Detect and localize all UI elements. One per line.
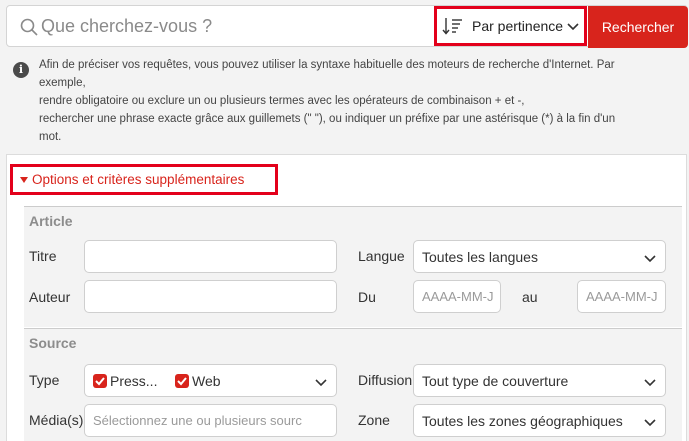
chevron-down-icon xyxy=(644,419,656,427)
type-chip[interactable]: Press... xyxy=(93,373,157,389)
type-select[interactable]: Press... Web xyxy=(84,364,337,397)
options-toggle[interactable]: Options et critères supplémentaires xyxy=(10,164,278,195)
source-section: Source Type Press... Web Diffusion Tout … xyxy=(24,328,682,441)
help-line: exemple, xyxy=(39,77,86,89)
options-toggle-label: Options et critères supplémentaires xyxy=(32,172,245,187)
search-button[interactable]: Rechercher xyxy=(588,6,688,48)
search-icon xyxy=(20,18,38,36)
divider xyxy=(24,328,682,329)
article-section: Article Titre Auteur Langue Toutes les l… xyxy=(24,206,682,327)
help-line: Afin de préciser vos requêtes, vous pouv… xyxy=(39,59,615,71)
divider xyxy=(24,206,682,207)
checkbox-checked-icon[interactable] xyxy=(93,374,107,388)
help-line: rechercher une phrase exacte grâce aux g… xyxy=(39,113,616,125)
type-chip-label: Web xyxy=(192,373,221,389)
medias-input[interactable]: Sélectionnez une ou plusieurs sourc xyxy=(84,404,337,437)
section-title-source: Source xyxy=(29,335,77,351)
langue-label: Langue xyxy=(358,248,405,264)
date-from-placeholder: AAAA-MM-J xyxy=(422,289,494,304)
titre-label: Titre xyxy=(29,248,57,264)
diffusion-label: Diffusion xyxy=(358,372,413,388)
type-label: Type xyxy=(29,372,60,388)
chevron-down-icon xyxy=(315,379,327,387)
type-chip-label: Press... xyxy=(110,373,158,389)
type-chip[interactable]: Web xyxy=(175,373,221,389)
help-line: rendre obligatoire ou exclure un ou plus… xyxy=(39,95,525,107)
chevron-down-icon xyxy=(644,379,656,387)
diffusion-value: Tout type de couverture xyxy=(422,373,569,389)
titre-input[interactable] xyxy=(84,240,337,273)
options-panel: Options et critères supplémentaires Arti… xyxy=(6,154,687,441)
search-input[interactable] xyxy=(41,9,431,43)
date-to-placeholder: AAAA-MM-J xyxy=(586,289,658,304)
info-icon: i xyxy=(13,62,29,78)
medias-label: Média(s) xyxy=(29,412,84,428)
sort-order-icon xyxy=(442,18,462,35)
chevron-down-icon xyxy=(567,23,579,31)
zone-label: Zone xyxy=(358,412,390,428)
sort-label: Par pertinence xyxy=(472,18,564,34)
sort-select[interactable]: Par pertinence xyxy=(434,6,587,46)
zone-value: Toutes les zones géographiques xyxy=(422,413,623,429)
chevron-down-icon xyxy=(644,255,656,263)
date-to-input[interactable]: AAAA-MM-J xyxy=(577,280,666,313)
zone-select[interactable]: Toutes les zones géographiques xyxy=(413,404,666,437)
help-line: mot. xyxy=(39,131,62,143)
help-text: Afin de préciser vos requêtes, vous pouv… xyxy=(39,56,689,146)
auteur-label: Auteur xyxy=(29,289,71,305)
diffusion-select[interactable]: Tout type de couverture xyxy=(413,364,666,397)
du-label: Du xyxy=(358,289,376,305)
langue-value: Toutes les langues xyxy=(422,249,538,265)
checkbox-checked-icon[interactable] xyxy=(175,374,189,388)
langue-select[interactable]: Toutes les langues xyxy=(413,240,666,273)
auteur-input[interactable] xyxy=(84,280,337,313)
au-label: au xyxy=(522,289,538,305)
date-from-input[interactable]: AAAA-MM-J xyxy=(413,280,501,313)
medias-placeholder: Sélectionnez une ou plusieurs sourc xyxy=(93,413,302,428)
caret-down-icon xyxy=(20,176,28,183)
section-title-article: Article xyxy=(29,213,73,229)
